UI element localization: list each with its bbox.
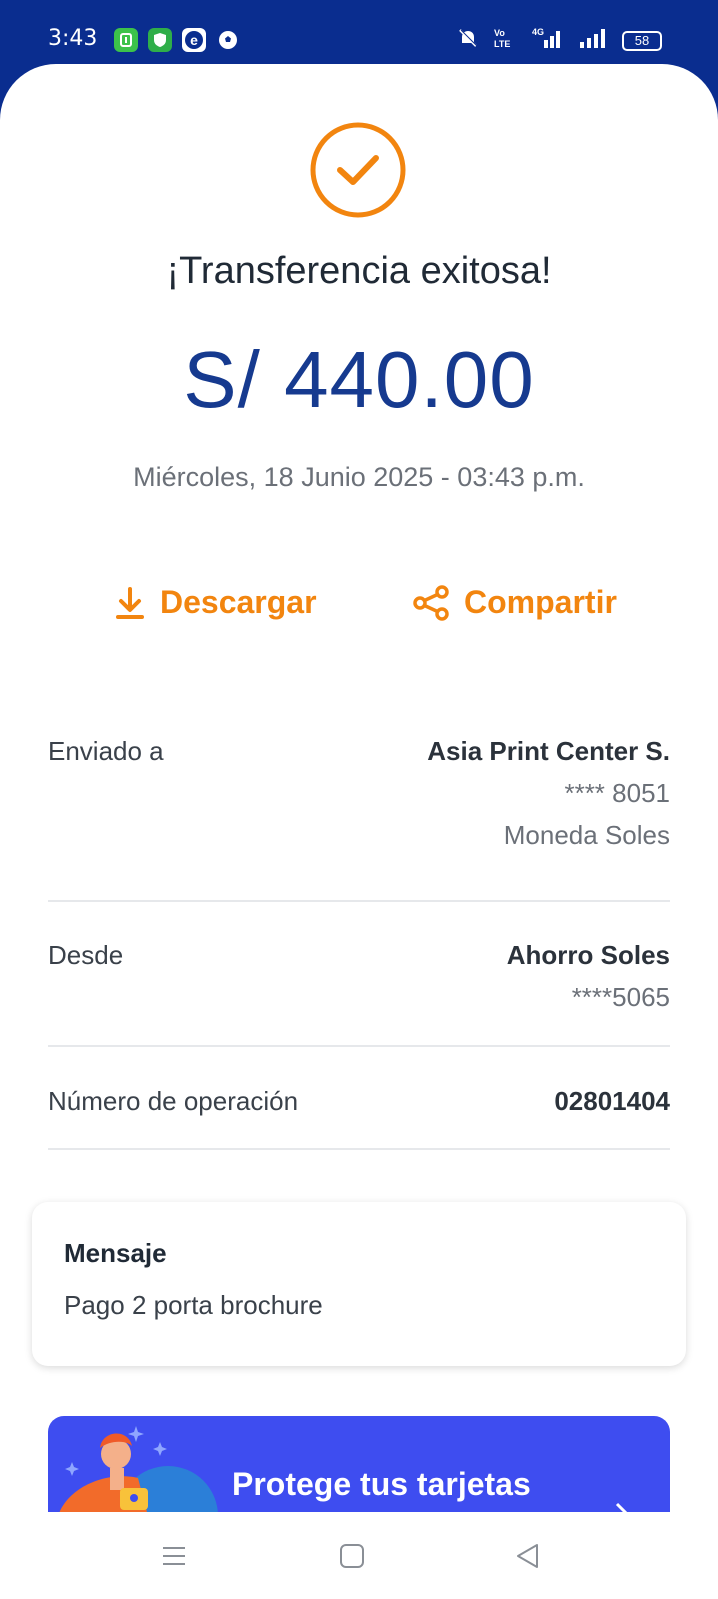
transfer-datetime: Miércoles, 18 Junio 2025 - 03:43 p.m.: [133, 462, 585, 492]
4g-signal-icon: 4G: [530, 26, 566, 55]
sent-to-label: Enviado a: [48, 736, 164, 766]
signal-icon: [578, 26, 610, 55]
from-label: Desde: [48, 940, 124, 970]
soccer-ball-icon: [216, 28, 240, 52]
status-app-icons: e: [114, 28, 240, 52]
status-indicators: Vo LTE 4G 58: [456, 26, 662, 55]
message-title: Mensaje: [64, 1238, 167, 1268]
transfer-title: ¡Transferencia exitosa!: [166, 250, 552, 292]
status-time: 3:43: [48, 26, 98, 51]
system-nav-bar: [0, 1512, 718, 1599]
divider: [48, 1045, 670, 1047]
promo-text: Protege tus tarjetas: [232, 1466, 531, 1502]
svg-text:4G: 4G: [532, 27, 544, 37]
sent-to-name: Asia Print Center S.: [427, 736, 670, 766]
download-icon: [116, 586, 144, 619]
back-icon[interactable]: [514, 1542, 542, 1570]
svg-text:Vo: Vo: [494, 28, 505, 38]
success-check-icon: [310, 122, 406, 218]
shield-app-icon: [148, 28, 172, 52]
home-icon[interactable]: [338, 1542, 366, 1570]
operation-number: 02801404: [554, 1086, 670, 1116]
download-label: Descargar: [160, 584, 317, 620]
share-icon: [413, 584, 449, 621]
promo-illustration: [58, 1426, 218, 1516]
sent-to-account: **** 8051: [564, 778, 670, 808]
divider: [48, 900, 670, 902]
volte-icon: Vo LTE: [492, 26, 518, 55]
transfer-amount: S/ 440.00: [183, 335, 535, 424]
svg-text:e: e: [190, 32, 198, 48]
message-text: Pago 2 porta brochure: [64, 1290, 323, 1320]
promo-banner[interactable]: Protege tus tarjetas: [48, 1416, 670, 1516]
divider: [48, 1148, 670, 1150]
e-app-icon: e: [182, 28, 206, 52]
download-button[interactable]: Descargar: [114, 584, 317, 621]
message-card: Mensaje Pago 2 porta brochure: [32, 1202, 686, 1366]
mute-icon: [456, 26, 480, 55]
share-button[interactable]: Compartir: [412, 584, 617, 621]
from-account-number: ****5065: [571, 982, 670, 1012]
sent-to-currency: Moneda Soles: [503, 820, 670, 850]
operation-label: Número de operación: [48, 1086, 299, 1116]
menu-icon[interactable]: [160, 1542, 188, 1570]
svg-text:LTE: LTE: [494, 39, 510, 49]
app-icon-green: [114, 28, 138, 52]
battery-icon: 58: [622, 30, 662, 51]
from-account-name: Ahorro Soles: [506, 940, 670, 970]
share-label: Compartir: [464, 584, 617, 620]
